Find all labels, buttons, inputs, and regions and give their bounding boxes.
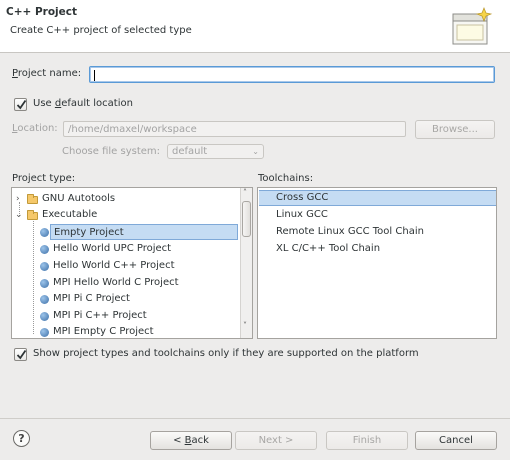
toolchains-label: Toolchains: — [258, 173, 314, 184]
bullet-icon — [40, 328, 49, 337]
supported-only-checkbox[interactable] — [14, 348, 27, 361]
tree-item-mpi-empty-c[interactable]: MPI Empty C Project — [12, 324, 240, 340]
next-button[interactable]: Next > — [235, 431, 317, 450]
wizard-header: C++ Project Create C++ project of select… — [0, 0, 510, 53]
bullet-icon — [40, 262, 49, 271]
toolchains-list[interactable]: Cross GCC Linux GCC Remote Linux GCC Too… — [257, 187, 497, 339]
chevron-down-icon[interactable]: ⌄ — [15, 207, 23, 223]
bullet-icon — [40, 228, 49, 237]
checkmark-icon — [16, 349, 27, 360]
tree-item-label: Executable — [42, 209, 98, 220]
project-name-label: Project name: — [12, 68, 82, 79]
browse-button[interactable]: Browse... — [415, 120, 495, 139]
use-default-location-checkbox[interactable] — [14, 98, 27, 111]
toolchain-item-cross-gcc[interactable]: Cross GCC — [259, 190, 496, 206]
scroll-up-icon[interactable]: ˄ — [243, 188, 247, 197]
toolchain-item-remote-linux-gcc[interactable]: Remote Linux GCC Tool Chain — [259, 224, 496, 240]
file-system-label: Choose file system: — [62, 146, 161, 157]
tree-item-hello-world-upc[interactable]: Hello World UPC Project — [12, 241, 240, 257]
dialog-subtitle: Create C++ project of selected type — [10, 25, 192, 36]
bullet-icon — [40, 279, 49, 288]
tree-item-label: MPI Pi C Project — [53, 293, 130, 304]
tree-item-empty-project[interactable]: Empty Project — [12, 224, 240, 240]
tree-item-label: MPI Empty C Project — [53, 326, 154, 337]
checkmark-icon — [16, 99, 27, 110]
tree-item-mpi-pi-cpp[interactable]: MPI Pi C++ Project — [12, 308, 240, 324]
tree-item-mpi-pi-c[interactable]: MPI Pi C Project — [12, 291, 240, 307]
tree-item-gnu-autotools[interactable]: › GNU Autotools — [12, 191, 240, 207]
use-default-location-label: Use default location — [33, 98, 133, 109]
tree-item-label: MPI Pi C++ Project — [53, 310, 147, 321]
tree-item-executable[interactable]: ⌄ Executable — [12, 207, 240, 223]
tree-item-mpi-hello-world-c[interactable]: MPI Hello World C Project — [12, 275, 240, 291]
project-type-label: Project type: — [12, 173, 76, 184]
supported-only-label: Show project types and toolchains only i… — [33, 348, 419, 359]
tree-item-label: Hello World UPC Project — [53, 243, 172, 254]
toolchain-item-linux-gcc[interactable]: Linux GCC — [259, 207, 496, 223]
scroll-down-icon[interactable]: ˅ — [243, 321, 247, 330]
tree-item-hello-world-cpp[interactable]: Hello World C++ Project — [12, 258, 240, 274]
tree-item-label: Hello World C++ Project — [53, 260, 175, 271]
bullet-icon — [40, 295, 49, 304]
file-system-select[interactable]: default ⌄ — [167, 144, 264, 159]
location-label: Location: — [12, 123, 58, 134]
tree-item-label: Empty Project — [50, 224, 238, 240]
bullet-icon — [40, 245, 49, 254]
wizard-banner-icon — [452, 7, 493, 45]
vertical-scrollbar[interactable]: ˄ ˅ — [240, 188, 252, 338]
finish-button[interactable]: Finish — [326, 431, 408, 450]
chevron-down-icon: ⌄ — [252, 147, 259, 156]
chevron-right-icon[interactable]: › — [16, 191, 20, 207]
button-bar-divider — [0, 418, 510, 419]
back-button[interactable]: < Back — [150, 431, 232, 450]
scrollbar-thumb[interactable] — [242, 201, 251, 237]
cancel-button[interactable]: Cancel — [415, 431, 497, 450]
folder-icon — [27, 210, 38, 220]
location-input[interactable]: /home/dmaxel/workspace — [63, 121, 406, 137]
tree-item-label: MPI Hello World C Project — [53, 277, 179, 288]
project-type-tree[interactable]: › GNU Autotools ⌄ Executable Empty Proje… — [11, 187, 253, 339]
toolchain-item-xl-cpp[interactable]: XL C/C++ Tool Chain — [259, 241, 496, 257]
dialog-title: C++ Project — [6, 6, 78, 18]
bullet-icon — [40, 312, 49, 321]
tree-item-label: GNU Autotools — [42, 193, 116, 204]
help-icon[interactable]: ? — [13, 430, 30, 447]
folder-icon — [27, 194, 38, 204]
text-caret — [94, 70, 95, 81]
project-name-input[interactable] — [89, 66, 495, 83]
